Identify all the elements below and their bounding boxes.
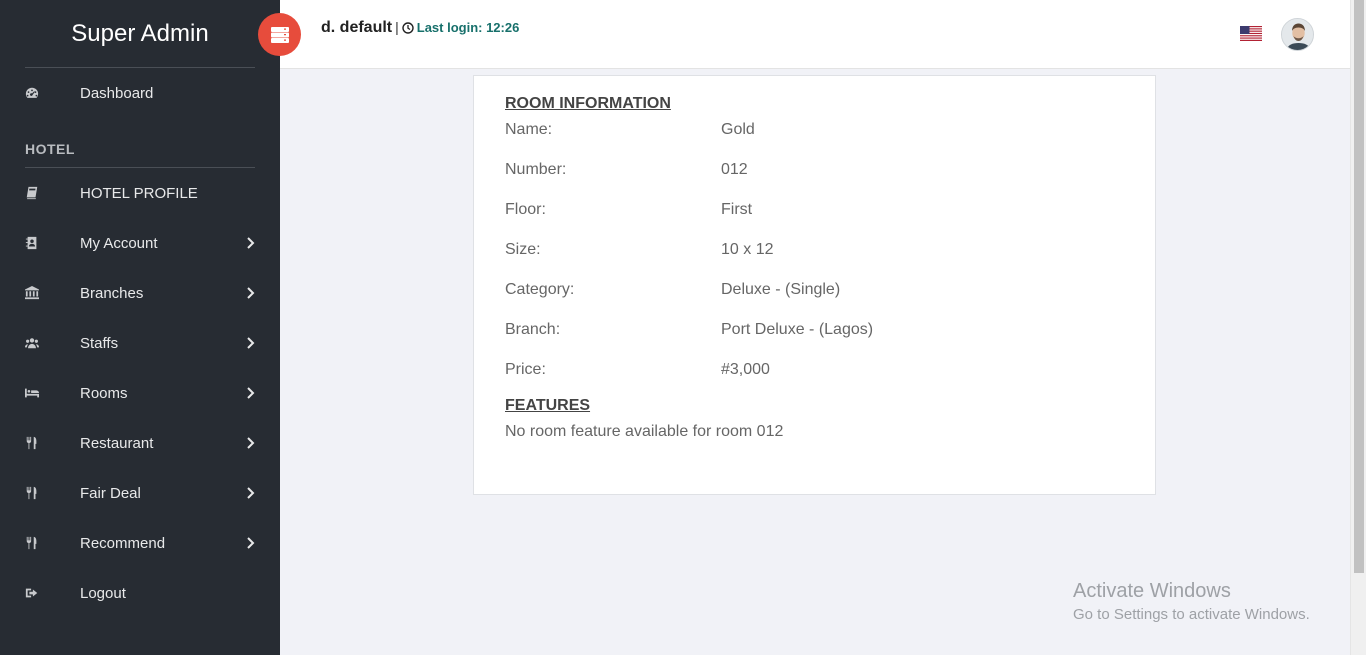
watermark-subtitle: Go to Settings to activate Windows. [1073, 606, 1310, 623]
field-label: Branch: [505, 321, 561, 338]
clock-icon [402, 22, 414, 34]
users-icon [25, 336, 80, 350]
sidebar-item-hotel-profile[interactable]: HOTEL PROFILE [0, 168, 280, 218]
bed-icon [25, 386, 80, 400]
room-field-category: Category: Deluxe - (Single) [505, 281, 1124, 321]
sidebar-item-label: Restaurant [80, 434, 154, 452]
cutlery-icon [25, 486, 80, 500]
activate-windows-watermark: Activate Windows Go to Settings to activ… [1073, 580, 1310, 623]
separator: | [395, 19, 399, 35]
chevron-right-icon [246, 287, 256, 299]
sidebar-item-label: Fair Deal [80, 484, 141, 502]
room-info-card: ROOM INFORMATION Name: Gold Number: 012 … [473, 75, 1156, 495]
field-value: Deluxe - (Single) [721, 281, 841, 298]
sidebar-item-rooms[interactable]: Rooms [0, 368, 280, 418]
field-value: 012 [721, 161, 748, 178]
room-info-title: ROOM INFORMATION [505, 95, 671, 112]
sidebar-item-my-account[interactable]: My Account [0, 218, 280, 268]
sidebar-item-label: Dashboard [80, 84, 154, 102]
cutlery-icon [25, 536, 80, 550]
sidebar-item-restaurant[interactable]: Restaurant [0, 418, 280, 468]
room-field-branch: Branch: Port Deluxe - (Lagos) [505, 321, 1124, 361]
chevron-right-icon [246, 337, 256, 349]
field-label: Category: [505, 281, 575, 298]
bank-icon [25, 286, 80, 300]
sidebar-item-recommend[interactable]: Recommend [0, 518, 280, 568]
sidebar-item-label: Rooms [80, 384, 128, 402]
field-value: Port Deluxe - (Lagos) [721, 321, 874, 338]
field-value: #3,000 [721, 361, 770, 378]
contact-book-icon [25, 236, 80, 250]
avatar[interactable] [1281, 18, 1314, 51]
sidebar-toggle-button[interactable] [258, 13, 301, 56]
sidebar-item-label: HOTEL PROFILE [80, 184, 198, 202]
chevron-right-icon [246, 387, 256, 399]
scrollbar-thumb[interactable] [1354, 0, 1364, 573]
us-flag-icon[interactable] [1240, 26, 1262, 41]
dashboard-icon [25, 86, 80, 100]
cutlery-icon [25, 436, 80, 450]
brand-title[interactable]: Super Admin [25, 0, 255, 68]
sidebar: Super Admin Dashboard HOTEL HOTEL PROFIL… [0, 0, 280, 655]
field-label: Price: [505, 361, 546, 378]
features-empty-message: No room feature available for room 012 [505, 423, 784, 440]
room-field-size: Size: 10 x 12 [505, 241, 1124, 281]
room-field-floor: Floor: First [505, 201, 1124, 241]
field-label: Floor: [505, 201, 546, 218]
sidebar-section-hotel: HOTEL [25, 122, 255, 168]
menu-icon [270, 26, 289, 43]
field-value: First [721, 201, 753, 218]
sidebar-item-label: My Account [80, 234, 158, 252]
top-header: d. default | Last login: 12:26 [280, 0, 1350, 69]
book-icon [25, 186, 80, 200]
sidebar-item-fair-deal[interactable]: Fair Deal [0, 468, 280, 518]
sidebar-item-branches[interactable]: Branches [0, 268, 280, 318]
field-value: Gold [721, 121, 755, 138]
sidebar-item-label: Recommend [80, 534, 166, 552]
room-field-name: Name: Gold [505, 121, 1124, 161]
sidebar-item-staffs[interactable]: Staffs [0, 318, 280, 368]
watermark-title: Activate Windows [1073, 580, 1231, 602]
page-scrollbar[interactable] [1350, 0, 1366, 655]
user-info: d. default | Last login: 12:26 [321, 19, 519, 37]
chevron-right-icon [246, 487, 256, 499]
chevron-right-icon [246, 437, 256, 449]
chevron-right-icon [246, 537, 256, 549]
sidebar-item-logout[interactable]: Logout [0, 568, 280, 618]
chevron-right-icon [246, 237, 256, 249]
field-value: 10 x 12 [721, 241, 774, 258]
sidebar-item-dashboard[interactable]: Dashboard [0, 68, 280, 118]
room-field-number: Number: 012 [505, 161, 1124, 201]
field-label: Name: [505, 121, 553, 138]
sidebar-item-label: Staffs [80, 334, 119, 352]
user-name: d. default [321, 19, 393, 36]
room-field-price: Price: #3,000 [505, 361, 1124, 401]
sidebar-item-label: Branches [80, 284, 144, 302]
last-login-text: Last login: 12:26 [416, 20, 520, 35]
sign-out-icon [25, 586, 80, 600]
sidebar-item-label: Logout [80, 584, 126, 602]
field-label: Number: [505, 161, 567, 178]
field-label: Size: [505, 241, 541, 258]
